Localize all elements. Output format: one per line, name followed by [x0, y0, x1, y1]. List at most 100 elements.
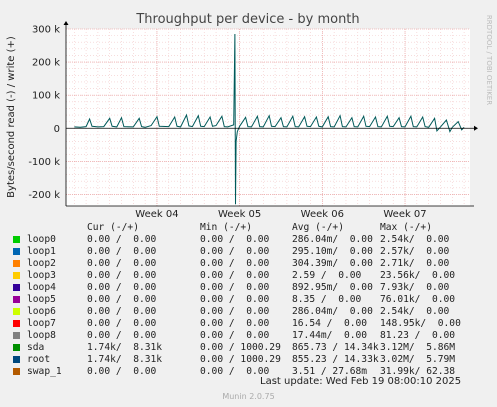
legend-max: 76.01k/ 0.00 [380, 294, 456, 305]
legend-max: 3.12M/ 5.86M [380, 342, 456, 353]
legend-avg: 855.23 / 14.33k [292, 354, 379, 365]
y-tick-label: 200 k [32, 58, 60, 69]
legend-avg: 2.59 / 0.00 [292, 270, 362, 281]
legend-max: 7.93k/ 0.00 [380, 282, 450, 293]
legend-header-min: Min (-/+) [200, 222, 252, 233]
legend-avg: 17.44m/ 0.00 [292, 330, 368, 341]
legend-swatch [13, 272, 20, 279]
legend-avg: 8.35 / 0.00 [292, 294, 362, 305]
legend-header: Cur (-/+) Min (-/+) Avg (-/+) Max (-/+) [0, 222, 497, 234]
legend-swatch [13, 332, 20, 339]
legend-avg: 865.73 / 14.34k [292, 342, 379, 353]
legend-cur: 0.00 / 0.00 [87, 330, 157, 341]
y-tick-label: 0 [54, 124, 60, 135]
legend-row-loop7: loop7 0.00 / 0.00 0.00 / 0.00 16.54 / 0.00 1… [0, 318, 497, 330]
y-tick-label: 300 k [32, 25, 60, 36]
legend-max: 2.57k/ 0.00 [380, 246, 450, 257]
legend-name: loop5 [27, 294, 56, 305]
x-tick-label: Week 05 [218, 209, 261, 220]
legend-min: 0.00 / 0.00 [200, 318, 270, 329]
legend-max: 23.56k/ 0.00 [380, 270, 456, 281]
x-tick-label: Week 06 [301, 209, 344, 220]
chart: Throughput per device - by month Bytes/s… [0, 0, 497, 222]
legend-name: loop7 [27, 318, 56, 329]
legend-cur: 0.00 / 0.00 [87, 366, 157, 377]
legend-avg: 16.54 / 0.00 [292, 318, 368, 329]
legend-name: swap_1 [27, 366, 62, 377]
legend-name: sda [27, 342, 45, 353]
legend-swatch [13, 296, 20, 303]
legend-min: 0.00 / 0.00 [200, 330, 270, 341]
rrdtool-watermark: RRDTOOL / TOBI OETIKER [485, 15, 493, 105]
legend-max: 148.95k/ 0.00 [380, 318, 461, 329]
legend-max: 2.54k/ 0.00 [380, 234, 450, 245]
legend-swatch [13, 248, 20, 255]
legend-max: 81.23 / 0.00 [380, 330, 456, 341]
legend-row-loop5: loop5 0.00 / 0.00 0.00 / 0.00 8.35 / 0.00 76… [0, 294, 497, 306]
legend-cur: 1.74k/ 8.31k [87, 342, 163, 353]
y-tick-label: 100 k [32, 91, 60, 102]
x-tick-label: Week 04 [135, 209, 178, 220]
legend-swatch [13, 308, 20, 315]
y-tick-label: -200 k [28, 190, 60, 201]
legend-name: loop4 [27, 282, 56, 293]
legend-row-loop8: loop8 0.00 / 0.00 0.00 / 0.00 17.44m/ 0.00 8… [0, 330, 497, 342]
legend-header-max: Max (-/+) [380, 222, 432, 233]
legend-min: 0.00 / 0.00 [200, 246, 270, 257]
legend-name: loop0 [27, 234, 56, 245]
munin-version: Munin 2.0.75 [222, 392, 275, 401]
legend-cur: 1.74k/ 8.31k [87, 354, 163, 365]
legend-swatch [13, 356, 20, 363]
legend-cur: 0.00 / 0.00 [87, 246, 157, 257]
x-tick-label: Week 07 [383, 209, 426, 220]
legend-name: loop3 [27, 270, 56, 281]
legend-swatch [13, 344, 20, 351]
chart-title: Throughput per device - by month [135, 12, 359, 27]
legend-avg: 286.04m/ 0.00 [292, 234, 373, 245]
legend-min: 0.00 / 1000.29 [200, 342, 281, 353]
legend-swatch [13, 320, 20, 327]
legend-row-loop0: loop0 0.00 / 0.00 0.00 / 0.00 286.04m/ 0.00… [0, 234, 497, 246]
legend-cur: 0.00 / 0.00 [87, 294, 157, 305]
legend-cur: 0.00 / 0.00 [87, 318, 157, 329]
legend-max: 3.02M/ 5.79M [380, 354, 456, 365]
legend-swatch [13, 236, 20, 243]
legend-row-root: root 1.74k/ 8.31k 0.00 / 1000.29 855.23 / 1… [0, 354, 497, 366]
legend-cur: 0.00 / 0.00 [87, 282, 157, 293]
legend-max: 2.71k/ 0.00 [380, 258, 450, 269]
y-axis-label: Bytes/second read (-) / write (+) [6, 36, 17, 198]
legend-header-avg: Avg (-/+) [292, 222, 344, 233]
legend-cur: 0.00 / 0.00 [87, 306, 157, 317]
legend-min: 0.00 / 0.00 [200, 294, 270, 305]
legend-min: 0.00 / 0.00 [200, 270, 270, 281]
legend-min: 0.00 / 0.00 [200, 282, 270, 293]
y-tick-label: -100 k [28, 157, 60, 168]
legend-name: root [27, 354, 51, 365]
legend-row-sda: sda 1.74k/ 8.31k 0.00 / 1000.29 865.73 / 14… [0, 342, 497, 354]
legend-min: 0.00 / 0.00 [200, 234, 270, 245]
legend-cur: 0.00 / 0.00 [87, 234, 157, 245]
legend-row-loop1: loop1 0.00 / 0.00 0.00 / 0.00 295.10m/ 0.00… [0, 246, 497, 258]
legend-avg: 286.04m/ 0.00 [292, 306, 373, 317]
legend-cur: 0.00 / 0.00 [87, 258, 157, 269]
legend-name: loop2 [27, 258, 56, 269]
legend-row-loop3: loop3 0.00 / 0.00 0.00 / 0.00 2.59 / 0.00 23… [0, 270, 497, 282]
legend-min: 0.00 / 0.00 [200, 258, 270, 269]
legend-row-loop2: loop2 0.00 / 0.00 0.00 / 0.00 304.39m/ 0.00… [0, 258, 497, 270]
legend-swatch [13, 260, 20, 267]
legend-cur: 0.00 / 0.00 [87, 270, 157, 281]
legend-min: 0.00 / 0.00 [200, 366, 270, 377]
legend-avg: 304.39m/ 0.00 [292, 258, 373, 269]
legend-name: loop8 [27, 330, 56, 341]
legend-swatch [13, 284, 20, 291]
legend-min: 0.00 / 0.00 [200, 306, 270, 317]
legend-row-loop4: loop4 0.00 / 0.00 0.00 / 0.00 892.95m/ 0.00… [0, 282, 497, 294]
legend-avg: 892.95m/ 0.00 [292, 282, 373, 293]
legend-max: 2.54k/ 0.00 [380, 306, 450, 317]
legend-swatch [13, 368, 20, 375]
legend-row-loop6: loop6 0.00 / 0.00 0.00 / 0.00 286.04m/ 0.00… [0, 306, 497, 318]
legend-name: loop6 [27, 306, 56, 317]
legend-header-cur: Cur (-/+) [87, 222, 139, 233]
legend-avg: 295.10m/ 0.00 [292, 246, 373, 257]
legend-name: loop1 [27, 246, 56, 257]
